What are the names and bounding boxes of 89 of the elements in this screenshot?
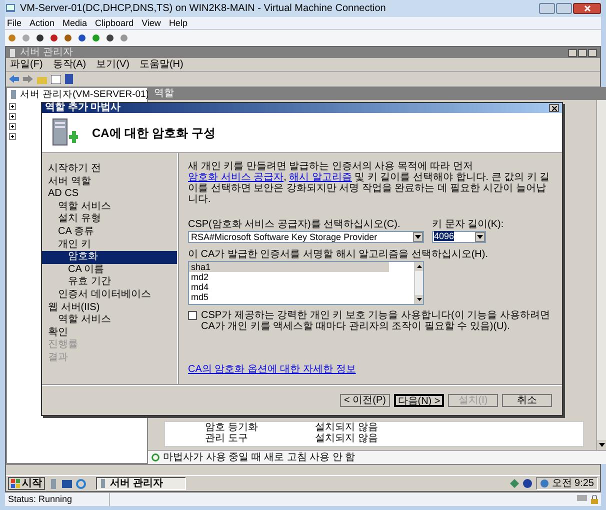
maximize-button[interactable] <box>578 48 587 56</box>
menu-item[interactable]: View <box>142 17 161 29</box>
windows-logo-icon <box>11 479 20 488</box>
menu-item[interactable]: 동작(A) <box>52 58 86 70</box>
scroll-up-icon[interactable] <box>415 262 423 271</box>
browser-icon[interactable] <box>76 478 86 488</box>
pane-icon[interactable] <box>51 74 61 84</box>
help-link[interactable]: 해시 알고리즘 <box>289 172 352 183</box>
help-link[interactable]: CA의 암호화 옵션에 대한 자세한 정보 <box>188 364 552 375</box>
maximize-button[interactable] <box>556 3 572 14</box>
checkbox-label: CSP가 제공하는 강력한 개인 키 보호 기능을 사용합니다(이 기능을 사용하려면 CA가 개인 키를 액세스할 때마다 관리자의 조작이 필요할 수 있음)(U). <box>201 310 551 332</box>
minimize-button[interactable] <box>568 48 577 56</box>
window-title: VM-Server-01(DC,DHCP,DNS,TS) on WIN2K8-MAIN - Virtual Machine Connection <box>20 2 386 16</box>
keyboard-icon <box>577 495 587 501</box>
wizard-step[interactable]: 웹 서버(IIS) <box>42 302 177 314</box>
table-cell-text: 암호 등기화 <box>205 422 259 433</box>
wizard-step[interactable]: 확인 <box>42 326 177 340</box>
server-icon <box>9 48 17 56</box>
wizard-step[interactable]: 서버 역할 <box>42 176 177 188</box>
hash-list[interactable]: sha1 md2 md4 md5 <box>188 261 424 305</box>
refresh-icon <box>151 453 160 462</box>
status-text: Status: Running <box>5 492 110 506</box>
start-button[interactable]: 시작 <box>8 477 45 490</box>
expand-icon[interactable] <box>9 133 16 140</box>
desktop-icon[interactable] <box>62 480 72 488</box>
close-icon <box>552 106 556 110</box>
server-icon <box>9 90 18 99</box>
minimize-button[interactable] <box>539 3 555 14</box>
lock-icon <box>591 495 598 504</box>
close-button[interactable] <box>549 104 559 112</box>
list-item[interactable]: md4 <box>189 282 414 292</box>
refresh-notice: 마법사가 사용 중일 때 새로 고침 사용 안 함 <box>163 452 356 463</box>
table-cell-text: 관리 도구 <box>205 433 249 444</box>
clock: 오전 9:25 <box>552 478 594 489</box>
taskbar-button[interactable]: 서버 관리자 <box>96 477 186 490</box>
wizard-button[interactable]: 다음(N) > <box>394 394 444 407</box>
table-cell: 설치되지 않음 <box>315 433 378 444</box>
wizard-step[interactable]: 개인 키 <box>42 238 177 252</box>
list-item[interactable]: md2 <box>189 272 414 282</box>
dialog-heading: CA에 대한 암호화 구성 <box>92 124 216 142</box>
server-add-icon <box>52 116 78 148</box>
wizard-step[interactable]: CA 이름 <box>42 264 177 276</box>
menu-item[interactable]: 파일(F) <box>10 58 43 70</box>
list-item[interactable]: sha1 <box>189 262 389 272</box>
hash-label: 이 CA가 발급한 인증서를 서명할 해시 알고리즘을 선택하십시오(H). <box>188 249 489 260</box>
close-button[interactable] <box>573 3 601 14</box>
wizard-step[interactable]: 역할 서비스 <box>42 200 177 214</box>
dialog-title: 역할 추가 마법사 <box>45 103 121 113</box>
dropdown[interactable]: RSA#Microsoft Software Key Storage Provider <box>188 231 424 243</box>
wizard-step[interactable]: 암호화 <box>42 251 177 264</box>
wizard-step[interactable]: 인증서 데이터베이스 <box>42 288 177 302</box>
expand-icon[interactable] <box>9 103 16 110</box>
tree-item[interactable]: 서버 관리자(VM-SERVER-01) <box>20 89 150 100</box>
checkbox[interactable] <box>188 311 197 320</box>
scroll-down-icon[interactable] <box>597 440 606 450</box>
window-title: 서버 관리자 <box>20 48 73 58</box>
wizard-step[interactable]: AD CS <box>42 188 177 201</box>
selected-value: 4096 <box>434 231 454 242</box>
description-text: 새 개인 키를 만들려면 발급하는 인증서의 사용 목적에 따라 먼저 암호화 서비스 공급자, 해시 알고리즘 및 키 길이를 선택해야 합니다. 큰 값의 키 길이를 선택하면 보안은 강화되지만 서명 작업을 완료하는 데 필요한 시간이 늘어납니다. <box>188 161 551 205</box>
window-app-icon <box>5 3 16 14</box>
close-icon <box>584 5 590 12</box>
help-link[interactable]: 암호화 서비스 공급자 <box>188 172 284 183</box>
scroll-down-icon[interactable] <box>415 295 423 304</box>
menu-item[interactable]: File <box>7 17 22 29</box>
expand-icon[interactable] <box>9 123 16 130</box>
expand-icon[interactable] <box>9 113 16 120</box>
menu-item[interactable]: Media <box>62 17 88 29</box>
wizard-step[interactable]: 역할 서비스 <box>42 314 177 327</box>
wizard-step[interactable]: 설치 유형 <box>42 213 177 226</box>
dropdown[interactable]: 4096 <box>432 231 486 243</box>
list-item[interactable]: md5 <box>189 292 414 302</box>
table-cell: 설치되지 않음 <box>315 422 378 433</box>
csp-label: CSP(암호화 서비스 공급자)를 선택하십시오(C). <box>188 219 402 230</box>
menu-item[interactable]: Clipboard <box>95 17 134 29</box>
key-length-label: 키 문자 길이(K): <box>432 219 504 230</box>
dropdown-arrow-icon <box>413 232 423 242</box>
wizard-step[interactable]: 시작하기 전 <box>42 163 177 176</box>
pane-title: 역할 <box>154 88 174 98</box>
menu-item[interactable]: Help <box>168 17 188 29</box>
back-arrow-icon[interactable] <box>9 75 19 83</box>
server-icon <box>99 479 107 488</box>
wizard-button[interactable]: < 이전(P) <box>340 394 390 407</box>
dropdown-arrow-icon <box>475 232 485 242</box>
wizard-button[interactable]: 취소 <box>502 394 552 407</box>
menu-item[interactable]: 보기(V) <box>96 58 130 70</box>
wizard-step[interactable]: CA 종류 <box>42 226 177 239</box>
menu-item[interactable]: Action <box>30 17 55 29</box>
menu-item[interactable]: 도움말(H) <box>139 58 184 70</box>
wizard-step[interactable]: 유효 기간 <box>42 276 177 289</box>
